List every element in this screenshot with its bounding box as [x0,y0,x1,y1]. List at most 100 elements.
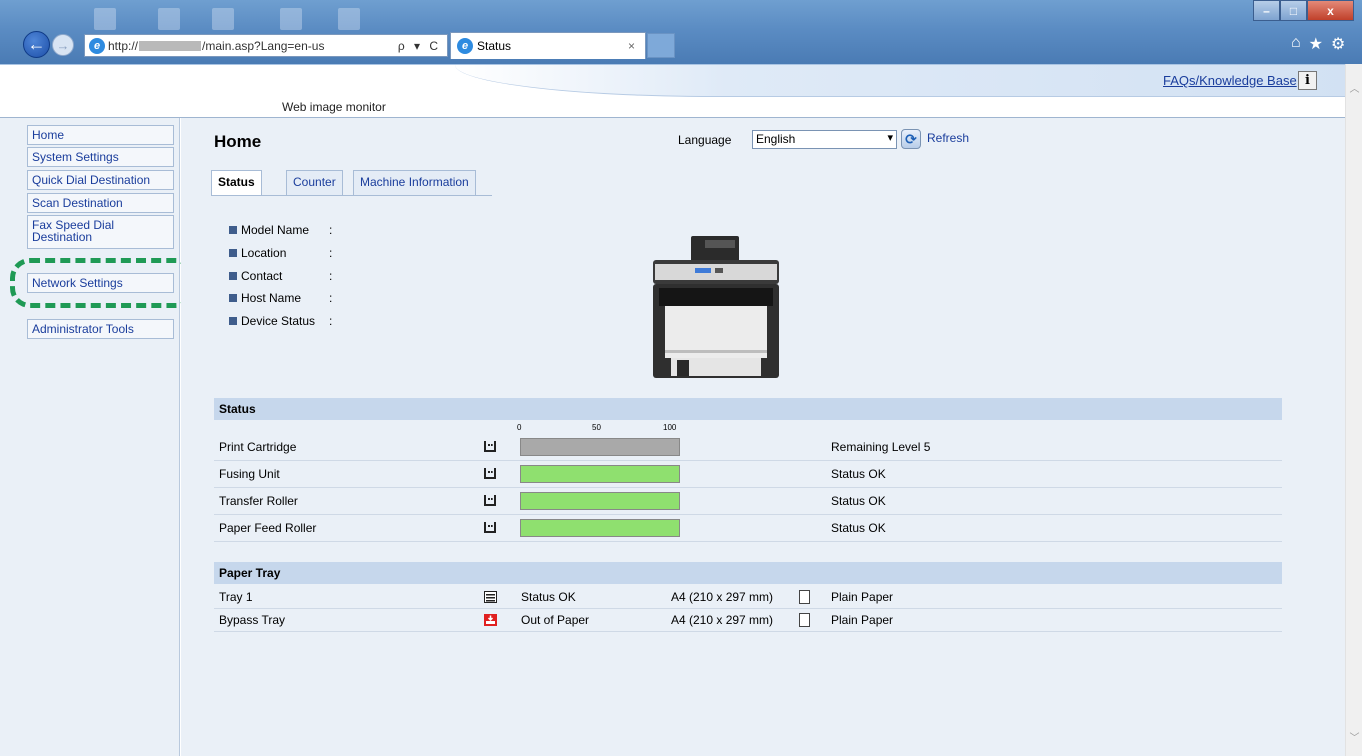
maintenance-kit-icon [484,522,496,533]
tab-counter[interactable]: Counter [286,170,343,195]
printer-image [653,236,779,378]
scroll-up-icon[interactable]: ︿ [1346,80,1362,95]
back-button[interactable]: ← [23,31,50,58]
url-prefix: http:// [108,38,139,53]
language-select[interactable]: English ▾ [752,130,897,149]
bullet-icon [229,317,237,325]
new-tab-button[interactable] [647,33,675,58]
minimize-button[interactable]: – [1253,0,1280,21]
sidebar-item-scan-destination[interactable]: Scan Destination [27,193,174,213]
status-item-state: Status OK [831,521,886,535]
product-label: Web image monitor [282,100,386,114]
vertical-scrollbar[interactable]: ︿ ﹀ [1345,64,1362,756]
language-label: Language [678,133,732,147]
info-icon[interactable]: i [1298,71,1317,90]
window-controls: – □ x [1253,0,1354,22]
background-desktop-icons [60,0,380,30]
level-bar [520,492,680,510]
cartridge-icon [484,441,496,452]
tray-status: Out of Paper [521,613,590,627]
tray-name: Bypass Tray [219,613,286,627]
bullet-icon [229,226,237,234]
info-separator: : [329,269,333,283]
paper-sheet-icon [799,590,810,604]
bullet-icon [229,249,237,257]
level-bar-fill [521,466,679,482]
sidebar-item-administrator-tools[interactable]: Administrator Tools [27,319,174,339]
scale-label-100: 100 [663,423,677,432]
paper-tray-section-header: Paper Tray [214,562,1282,584]
level-bar-fill [521,439,679,455]
browser-chrome: ← → e http:// /main.asp?Lang=en-us ρ ▾ C… [0,0,1362,64]
faq-link[interactable]: FAQs/Knowledge Base [1163,73,1297,88]
info-device-status: Device Status : [229,314,332,328]
status-section-header: Status [214,398,1282,420]
tray-status: Status OK [521,590,576,604]
close-window-button[interactable]: x [1307,0,1354,21]
status-item-name: Transfer Roller [219,494,298,508]
main-content: Home Language English ▾ ⟳ Refresh Status… [181,118,1345,756]
status-row-fusing-unit: Fusing Unit Status OK [214,461,1282,488]
ie-icon: e [457,38,473,54]
level-bar [520,519,680,537]
home-icon[interactable]: ⌂ [1291,34,1301,54]
scroll-down-icon[interactable]: ﹀ [1346,729,1362,744]
gear-icon[interactable]: ⚙ [1331,34,1345,54]
info-model-name: Model Name : [229,223,332,237]
tray-ok-icon [484,591,497,603]
paper-type: Plain Paper [831,590,894,604]
info-location: Location : [229,246,332,260]
refresh-link[interactable]: Refresh [927,131,969,145]
sidebar: Home System Settings Quick Dial Destinat… [0,118,180,756]
tab-underline [211,195,492,196]
refresh-icon[interactable]: ⟳ [901,129,921,149]
paper-size: A4 (210 x 297 mm) [671,613,774,627]
forward-button[interactable]: → [52,34,74,56]
status-item-name: Fusing Unit [219,467,280,481]
bullet-icon [229,272,237,280]
sidebar-item-system-settings[interactable]: System Settings [27,147,174,167]
info-separator: : [329,291,333,305]
maintenance-kit-icon [484,468,496,479]
status-item-state: Status OK [831,494,886,508]
ie-icon: e [89,37,105,54]
status-item-state: Status OK [831,467,886,481]
status-item-state: Remaining Level 5 [831,440,931,454]
sidebar-item-quick-dial-destination[interactable]: Quick Dial Destination [27,170,174,190]
maximize-button[interactable]: □ [1280,0,1307,21]
scale-label-0: 0 [517,423,522,432]
close-tab-icon[interactable]: × [628,39,635,53]
status-row-print-cartridge: Print Cartridge Remaining Level 5 [214,434,1282,461]
info-label: Location [241,246,287,260]
info-label: Contact [241,269,283,283]
scale-label-50: 50 [592,423,601,432]
status-item-name: Print Cartridge [219,440,297,454]
info-label: Device Status [241,314,316,328]
paper-sheet-icon [799,613,810,627]
redacted-host [139,40,202,51]
tray-name: Tray 1 [219,590,253,604]
chevron-down-icon: ▾ [887,132,893,144]
url-path: /main.asp?Lang=en-us [202,38,325,53]
search-refresh-icons[interactable]: ρ ▾ C [398,39,441,53]
level-bar-fill [521,520,679,536]
status-row-transfer-roller: Transfer Roller Status OK [214,488,1282,515]
tray-row-bypass-tray: Bypass Tray Out of Paper A4 (210 x 297 m… [214,609,1282,632]
out-of-paper-icon [484,614,497,626]
address-bar[interactable]: e http:// /main.asp?Lang=en-us ρ ▾ C [84,34,448,57]
info-host-name: Host Name : [229,291,332,305]
bullet-icon [229,294,237,302]
tab-status[interactable]: Status [211,170,262,196]
tab-machine-information[interactable]: Machine Information [353,170,476,195]
paper-size: A4 (210 x 297 mm) [671,590,774,604]
maintenance-kit-icon [484,495,496,506]
info-separator: : [329,314,333,328]
tray-row-tray-1: Tray 1 Status OK A4 (210 x 297 mm) Plain… [214,586,1282,609]
star-icon[interactable]: ★ [1309,34,1323,54]
paper-type: Plain Paper [831,613,894,627]
level-bar-fill [521,493,679,509]
sidebar-item-fax-speed-dial-destination[interactable]: Fax Speed Dial Destination [27,215,174,249]
status-item-name: Paper Feed Roller [219,521,317,535]
browser-tab-status[interactable]: e Status × [450,32,646,59]
sidebar-item-home[interactable]: Home [27,125,174,145]
